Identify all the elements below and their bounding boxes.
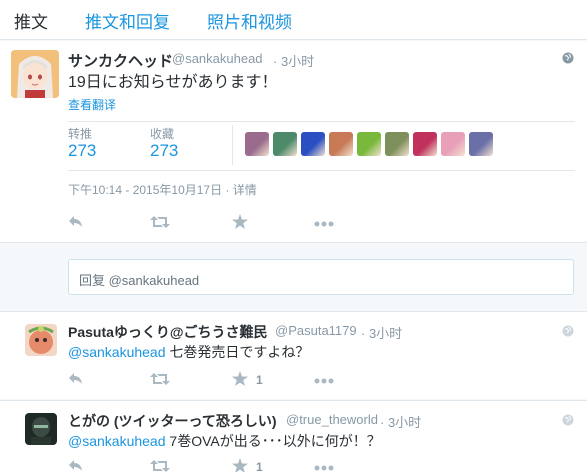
favorites-count[interactable]: 273: [150, 141, 178, 161]
retweet-button[interactable]: [150, 370, 232, 390]
more-button[interactable]: [314, 213, 396, 233]
tweet-actions: [68, 213, 396, 233]
tweet-time[interactable]: · 3小时: [273, 51, 314, 70]
retweet-button[interactable]: [150, 213, 232, 233]
reply-author-handle[interactable]: @true_theworld: [286, 412, 378, 427]
more-icon: [314, 373, 334, 387]
mention-link[interactable]: @sankakuhead: [68, 433, 166, 449]
mention-link[interactable]: @sankakuhead: [68, 344, 166, 360]
favorite-button[interactable]: 1: [232, 370, 314, 390]
globe-icon: [562, 52, 574, 67]
reply-button[interactable]: [68, 457, 150, 472]
reply-time[interactable]: · 3小时: [361, 323, 402, 342]
globe-icon: [562, 414, 574, 429]
star-icon: [232, 458, 248, 472]
tweet-timestamp: 下午10:14 - 2015年10月17日 · 详情: [68, 183, 257, 197]
favoriter-avatar[interactable]: [469, 132, 493, 156]
favorite-count: 1: [256, 373, 263, 387]
favoriter-avatar[interactable]: [385, 132, 409, 156]
divider: [68, 170, 575, 171]
tab-tweets-and-replies[interactable]: 推文和回复: [85, 8, 170, 33]
star-icon: [232, 371, 248, 389]
translate-link[interactable]: 查看翻译: [68, 96, 116, 113]
retweets-count[interactable]: 273: [68, 141, 96, 161]
favoriter-avatar[interactable]: [273, 132, 297, 156]
favoriter-avatar[interactable]: [357, 132, 381, 156]
tweet-actions: 1: [68, 457, 396, 472]
more-icon: [314, 460, 334, 472]
avatar[interactable]: [25, 324, 57, 356]
tweet-text: 19日にお知らせがあります！: [68, 74, 278, 91]
reply-input[interactable]: 回复 @sankakuhead: [68, 259, 574, 295]
retweet-button[interactable]: [150, 457, 232, 472]
avatar[interactable]: [11, 50, 59, 98]
favorite-count: 1: [256, 460, 263, 472]
reply-icon: [68, 459, 84, 472]
favoriter-avatar[interactable]: [301, 132, 325, 156]
globe-icon: [562, 325, 574, 340]
favoriter-avatar[interactable]: [245, 132, 269, 156]
reply-body: 七巻発売日ですよね？: [165, 344, 310, 360]
reply-button[interactable]: [68, 213, 150, 233]
retweets-label: 转推: [68, 127, 93, 141]
main-tweet: サンカクヘッド @sankakuhead · 3小时 19日にお知らせがあります…: [0, 41, 587, 243]
reply-icon: [68, 372, 84, 389]
favoriter-avatar[interactable]: [329, 132, 353, 156]
reply-icon: [68, 215, 84, 232]
favorite-button[interactable]: 1: [232, 457, 314, 472]
author-handle[interactable]: @sankakuhead: [172, 51, 263, 66]
reply-area: 回复 @sankakuhead: [0, 243, 587, 307]
reply-text: @sankakuhead 7巻OVAが出る･･･以外に何が！？: [68, 431, 381, 451]
favoriter-avatar[interactable]: [441, 132, 465, 156]
reply-text: @sankakuhead 七巻発売日ですよね？: [68, 342, 309, 362]
more-icon: [314, 216, 334, 230]
avatar[interactable]: [25, 413, 57, 445]
favoriter-avatar[interactable]: [413, 132, 437, 156]
favorites-label: 收藏: [150, 127, 175, 141]
retweet-icon: [150, 215, 170, 232]
star-icon: [232, 214, 248, 232]
profile-tabs: 推文 推文和回复 照片和视频: [0, 0, 587, 40]
reply-tweet: とがの (ツイッターって恐ろしい) @true_theworld · 3小时 @…: [0, 400, 587, 472]
more-button[interactable]: [314, 457, 396, 472]
tweet-actions: 1: [68, 370, 396, 390]
favoriters-list: [245, 132, 493, 156]
tab-photos-and-videos[interactable]: 照片和视频: [207, 8, 292, 33]
reply-author-name[interactable]: Pasutaゆっくり@ごちうさ難民: [68, 322, 268, 342]
retweet-icon: [150, 372, 170, 389]
divider: [68, 121, 575, 122]
reply-tweet: Pasutaゆっくり@ごちうさ難民 @Pasuta1179 · 3小时 @san…: [0, 311, 587, 399]
reply-time[interactable]: · 3小时: [380, 412, 421, 431]
reply-button[interactable]: [68, 370, 150, 390]
favorite-button[interactable]: [232, 213, 314, 233]
tab-tweets[interactable]: 推文: [14, 8, 48, 33]
reply-author-name[interactable]: とがの (ツイッターって恐ろしい): [68, 411, 277, 431]
reply-body: 7巻OVAが出る･･･以外に何が！？: [165, 433, 381, 449]
reply-author-handle[interactable]: @Pasuta1179: [275, 323, 357, 338]
more-button[interactable]: [314, 370, 396, 390]
retweet-icon: [150, 459, 170, 472]
divider: [232, 125, 233, 165]
